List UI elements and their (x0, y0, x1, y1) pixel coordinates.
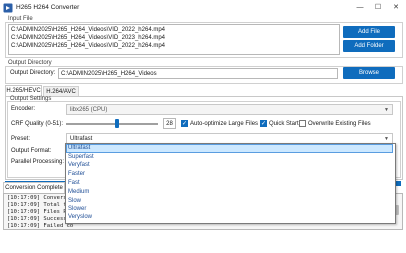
crf-slider-track[interactable] (66, 123, 158, 125)
add-folder-button[interactable]: Add Folder (343, 40, 395, 52)
list-item[interactable]: C:\ADMIN2025\H265_H264_Videos\VID_2023_h… (11, 35, 165, 41)
tab-h264[interactable]: H.264/AVC (43, 86, 79, 96)
preset-option-ultrafast[interactable]: Ultrafast (68, 145, 90, 151)
output-directory-field[interactable]: C:\ADMIN2025\H265_H264_Videos (58, 68, 338, 79)
output-directory-label: Output Directory: (10, 70, 56, 76)
output-directory-group-label: Output Directory (8, 60, 52, 66)
output-settings-label: Output Settings (10, 96, 52, 102)
preset-option-medium[interactable]: Medium (68, 189, 89, 195)
dropdown-highlight (66, 144, 393, 153)
encoder-value: libx265 (CPU) (70, 107, 108, 113)
preset-dropdown: Ultrafast Superfast Veryfast Faster Fast… (65, 143, 396, 224)
title-bar: H265 H264 Converter — ☐ ✕ (0, 0, 406, 16)
crf-label: CRF Quality (0-51): (11, 121, 64, 127)
preset-option-superfast[interactable]: Superfast (68, 154, 94, 160)
preset-value: Ultrafast (70, 136, 93, 142)
chevron-down-icon: ▼ (384, 107, 389, 113)
log-line: [10:17:09] Successfu (7, 216, 74, 222)
encoder-select[interactable]: libx265 (CPU) ▼ (66, 104, 393, 115)
browse-button[interactable]: Browse (343, 67, 395, 79)
preset-label: Preset: (11, 136, 31, 142)
quick-start-checkbox[interactable]: ✓ (260, 120, 267, 127)
crf-slider-thumb[interactable] (114, 119, 119, 128)
log-line: [10:17:09] Total fil (7, 202, 74, 208)
preset-option-faster[interactable]: Faster (68, 171, 85, 177)
preset-option-veryfast[interactable]: Veryfast (68, 162, 90, 168)
overwrite-checkbox[interactable] (299, 120, 306, 127)
close-icon[interactable]: ✕ (390, 2, 402, 14)
maximize-icon[interactable]: ☐ (372, 2, 384, 14)
overwrite-label[interactable]: Overwrite Existing Files (308, 121, 371, 127)
tab-conversion-complete[interactable]: Conversion Complete (3, 182, 65, 193)
parallel-processing-label: Parallel Processing: (11, 159, 65, 165)
crf-value-field[interactable]: 28 (163, 118, 176, 129)
add-file-button[interactable]: Add File (343, 26, 395, 38)
list-item[interactable]: C:\ADMIN2025\H265_H264_Videos\VID_2022_h… (11, 43, 165, 49)
auto-optimize-checkbox[interactable]: ✓ (181, 120, 188, 127)
input-file-label: Input File (8, 16, 33, 22)
quick-start-label[interactable]: Quick Start (269, 121, 299, 127)
log-line: [10:17:09] Failed co (7, 223, 74, 229)
encoder-label: Encoder: (11, 106, 36, 112)
preset-option-fast[interactable]: Fast (68, 180, 80, 186)
window-title: H265 H264 Converter (16, 4, 80, 11)
tab-h265[interactable]: H.265/HEVC (5, 85, 42, 96)
log-line: [10:17:09] Files Pro (7, 209, 74, 215)
auto-optimize-label[interactable]: Auto-optimize Large Files (190, 121, 258, 127)
preset-option-slower[interactable]: Slower (68, 206, 86, 212)
log-line: [10:17:09] Conversio (7, 195, 74, 201)
preset-option-veryslow[interactable]: Veryslow (68, 214, 92, 220)
preset-option-slow[interactable]: Slow (68, 198, 81, 204)
file-list[interactable]: C:\ADMIN2025\H265_H264_Videos\VID_2022_h… (8, 24, 340, 55)
app-icon (3, 3, 13, 13)
list-item[interactable]: C:\ADMIN2025\H265_H264_Videos\VID_2022_h… (11, 27, 165, 33)
output-format-label: Output Format: (11, 148, 52, 154)
minimize-icon[interactable]: — (354, 2, 366, 14)
